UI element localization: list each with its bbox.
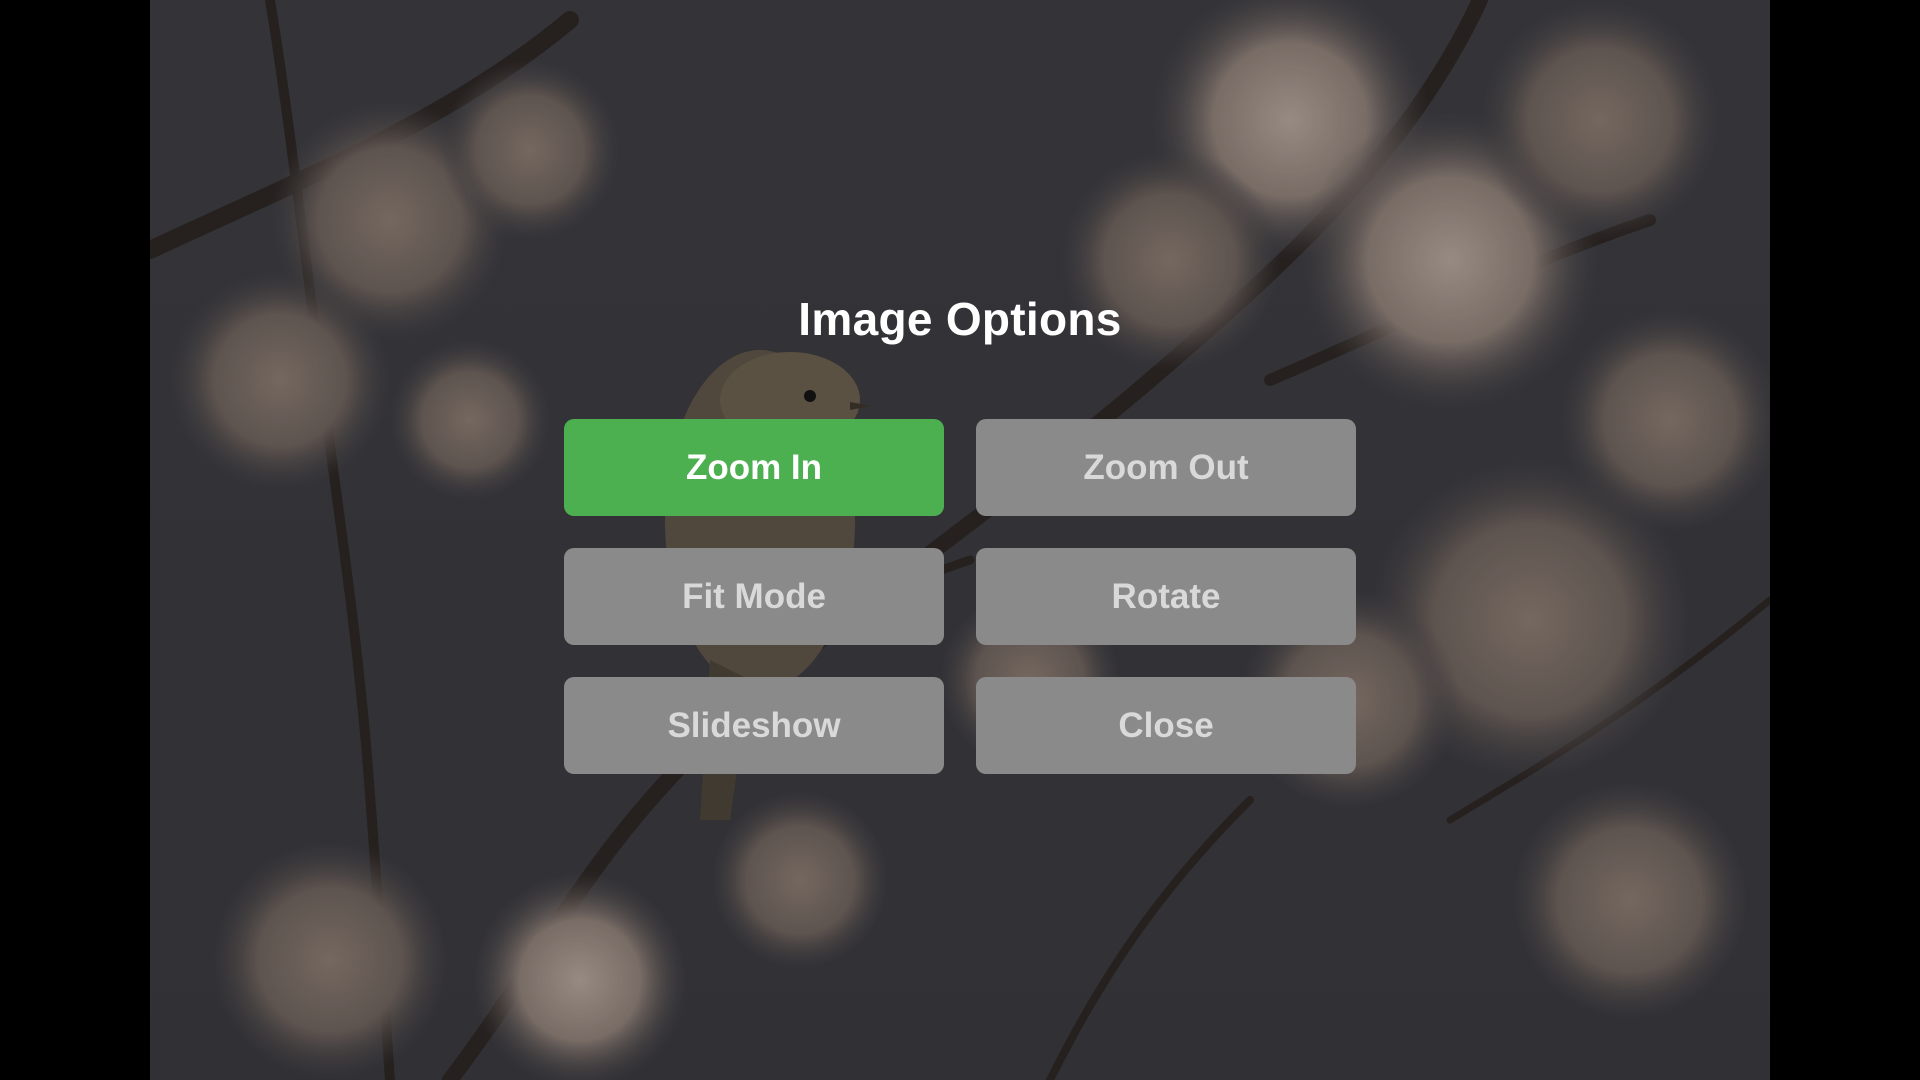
rotate-button[interactable]: Rotate <box>976 548 1356 645</box>
zoom-out-button-label: Zoom Out <box>1083 447 1249 487</box>
slideshow-button-label: Slideshow <box>667 705 841 745</box>
fit-mode-button[interactable]: Fit Mode <box>564 548 944 645</box>
close-button-label: Close <box>1118 705 1214 745</box>
dialog-title: Image Options <box>798 293 1122 345</box>
zoom-in-button-label: Zoom In <box>685 447 823 487</box>
fit-mode-button-label: Fit Mode <box>682 576 826 616</box>
slideshow-button[interactable]: Slideshow <box>564 677 944 774</box>
rotate-button-label: Rotate <box>1111 576 1221 616</box>
zoom-out-button[interactable]: Zoom Out <box>976 419 1356 516</box>
zoom-in-button[interactable]: Zoom In <box>564 419 944 516</box>
image-viewer: Image Options Zoom In Zoom Out Fit Mode … <box>0 0 1920 1080</box>
image-options-dialog: Image Options Zoom In Zoom Out Fit Mode … <box>0 0 1920 1080</box>
close-button[interactable]: Close <box>976 677 1356 774</box>
